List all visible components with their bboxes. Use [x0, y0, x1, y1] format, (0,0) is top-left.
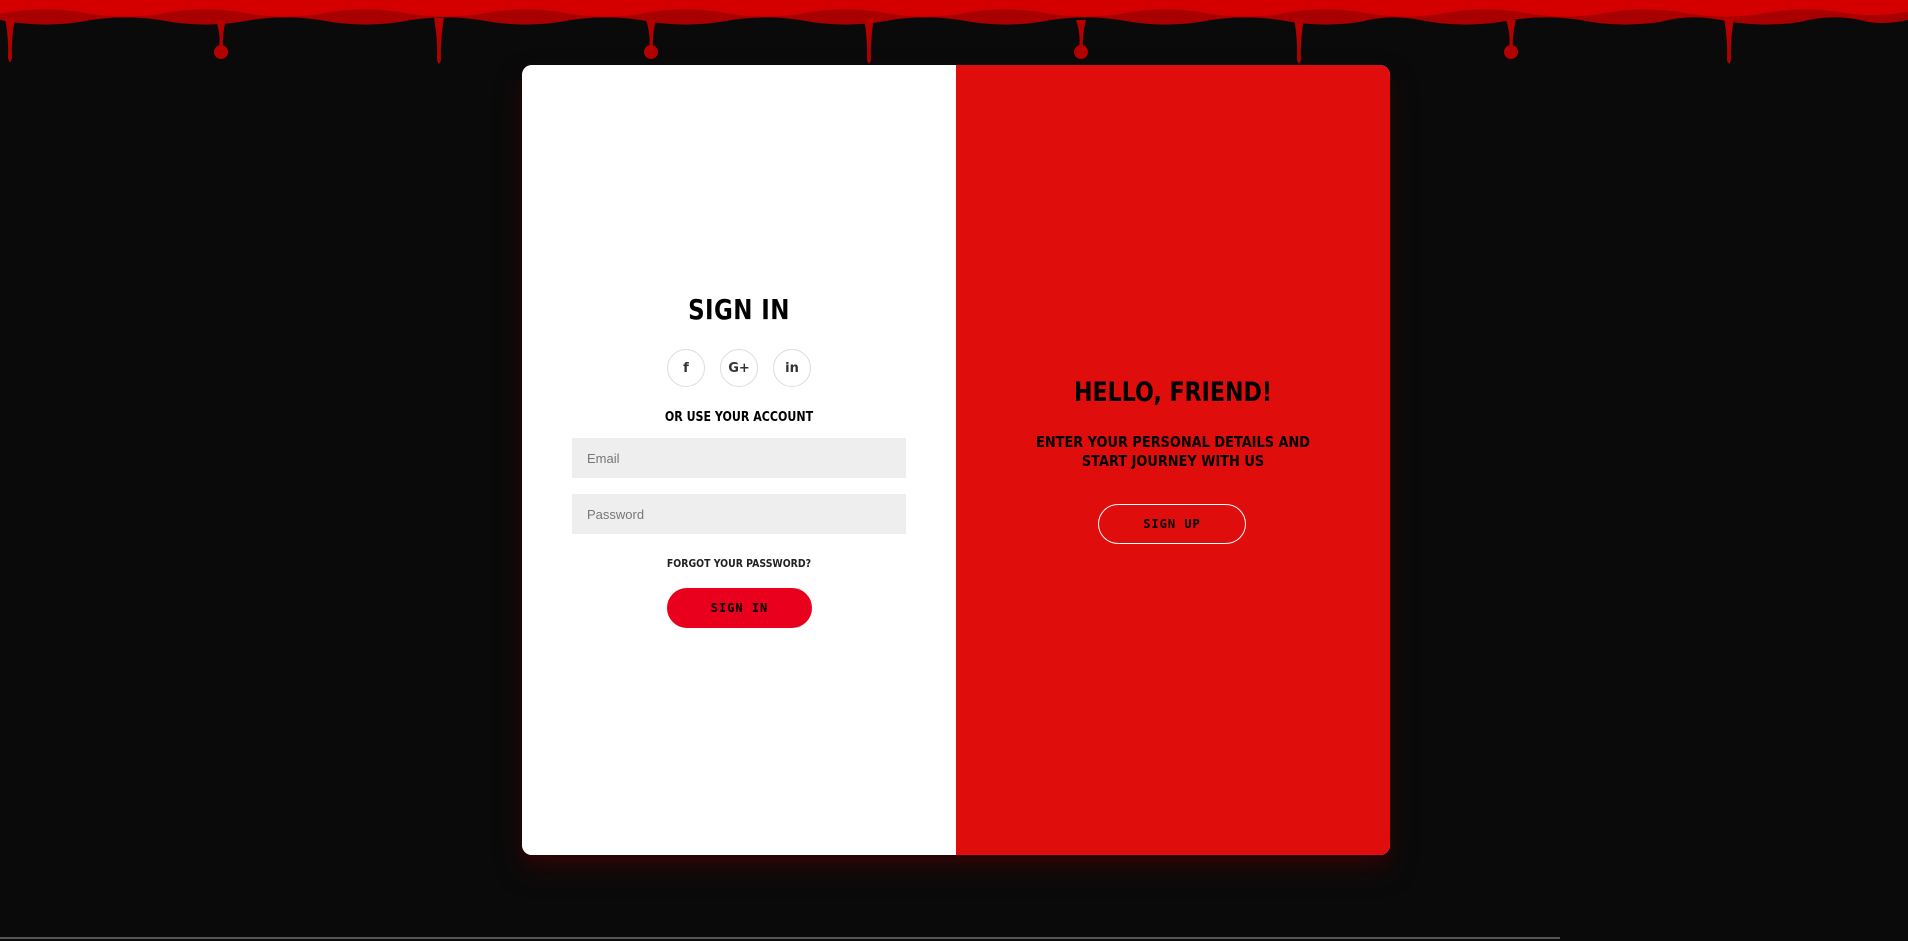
sign-in-title: SIGN IN: [688, 293, 790, 326]
linkedin-icon[interactable]: in: [773, 349, 811, 387]
overlay-panel: HELLO, FRIEND! ENTER YOUR PERSONAL DETAI…: [956, 65, 1390, 855]
forgot-password-link[interactable]: FORGOT YOUR PASSWORD?: [555, 557, 924, 570]
sign-in-button[interactable]: SIGN IN: [667, 588, 812, 628]
auth-card: SIGN IN f G+ in OR USE YOUR ACCOUNT FORG…: [522, 65, 1390, 855]
hello-friend-title: HELLO, FRIEND!: [1073, 377, 1273, 408]
sign-up-button[interactable]: SIGN UP: [1098, 504, 1246, 544]
use-account-label: OR USE YOUR ACCOUNT: [664, 410, 814, 425]
blood-drip-decoration: [0, 0, 1908, 64]
social-links: f G+ in: [522, 349, 956, 387]
overlay-description: ENTER YOUR PERSONAL DETAILS AND START JO…: [1036, 433, 1310, 470]
password-field[interactable]: [572, 494, 906, 534]
email-field[interactable]: [572, 438, 906, 478]
sign-in-panel: SIGN IN f G+ in OR USE YOUR ACCOUNT FORG…: [522, 65, 956, 855]
google-plus-icon[interactable]: G+: [720, 349, 758, 387]
page-divider: [0, 937, 1560, 939]
facebook-icon[interactable]: f: [667, 349, 705, 387]
